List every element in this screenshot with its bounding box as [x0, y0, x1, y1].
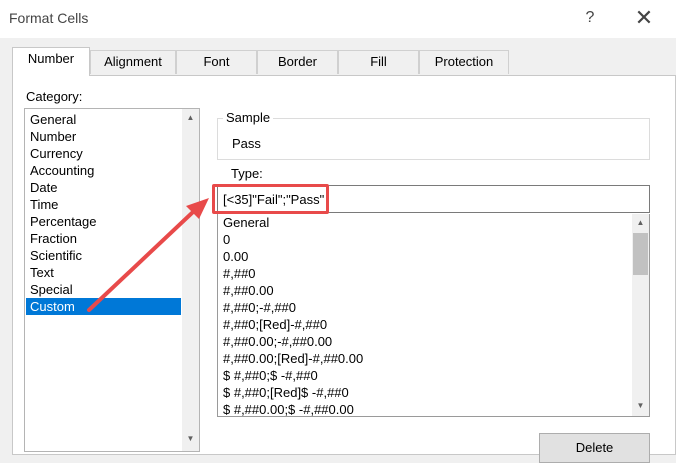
tab-number[interactable]: Number — [12, 47, 90, 76]
annotation-arrow-shaft — [87, 210, 195, 312]
annotation-arrow — [87, 198, 209, 312]
